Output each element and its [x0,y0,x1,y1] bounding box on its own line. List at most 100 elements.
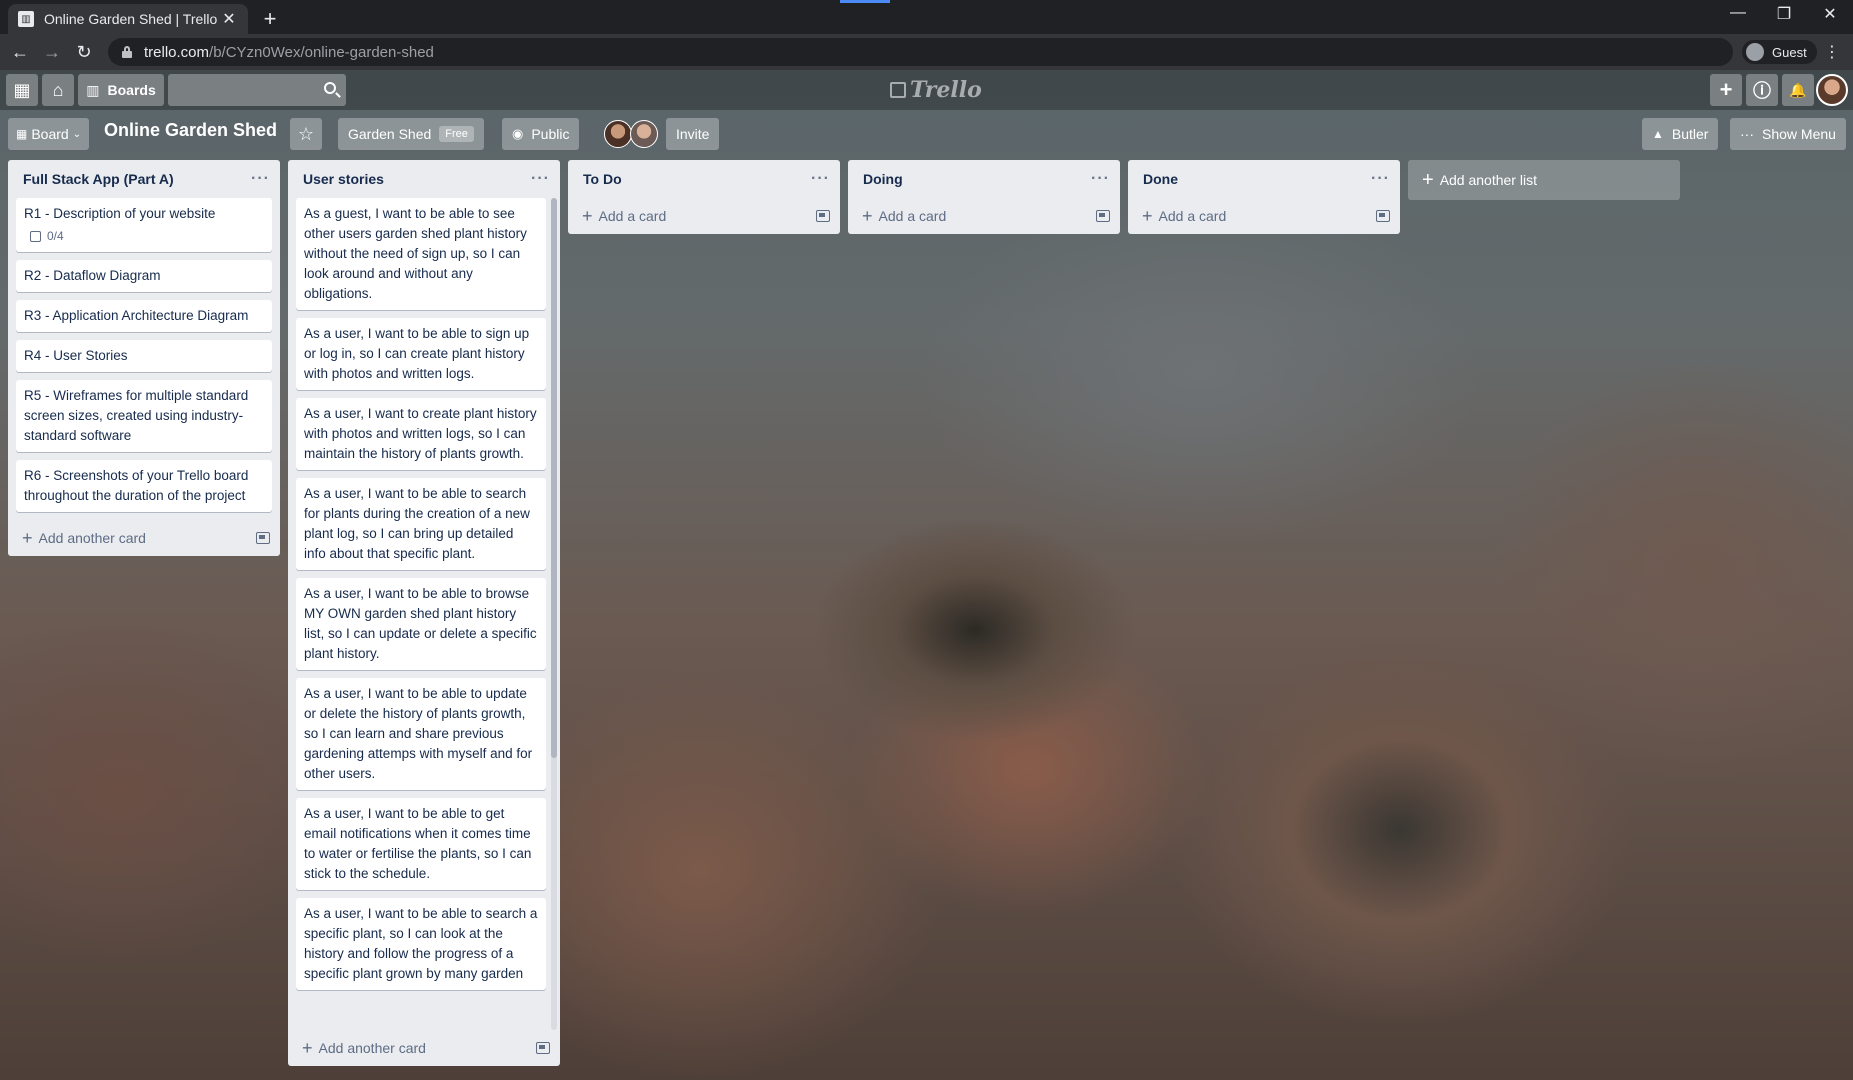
add-card-button[interactable]: + Add another card [22,528,146,549]
board-canvas: ▦ ⌂ ▥ Boards Trello + ⓘ 🔔 ▦ Board ⌄ Onli… [0,70,1853,1080]
reload-button[interactable]: ↻ [72,40,96,64]
list-card[interactable]: R2 - Dataflow Diagram [16,260,272,292]
board-view-switcher[interactable]: ▦ Board ⌄ [8,118,90,150]
back-button[interactable]: ← [8,40,32,64]
new-tab-button[interactable]: + [258,6,282,32]
list-footer: + Add a card [1128,198,1400,234]
board-view-label: Board [31,126,69,142]
minimize-button[interactable]: — [1718,4,1758,22]
card-title: R3 - Application Architecture Diagram [24,308,249,323]
list-cards-scroll[interactable]: As a guest, I want to be able to see oth… [288,198,560,1030]
apps-icon[interactable]: ▦ [6,74,38,106]
search-input[interactable] [168,74,346,106]
list-card[interactable]: R3 - Application Architecture Diagram [16,300,272,332]
checklist-badge: 0/4 [24,226,264,246]
list-card[interactable]: As a user, I want to create plant histor… [296,398,546,470]
card-template-icon[interactable] [816,210,830,222]
star-icon[interactable]: ☆ [290,118,322,150]
list-footer: + Add a card [568,198,840,234]
plus-icon: + [1142,205,1153,226]
add-list-button[interactable]: + Add another list [1408,160,1680,200]
list-header[interactable]: To Do ··· [568,160,840,198]
list-menu-icon[interactable]: ··· [1371,170,1390,188]
address-bar[interactable]: trello.com/b/CYzn0Wex/online-garden-shed [108,38,1733,66]
browser-tab[interactable]: ▥ Online Garden Shed | Trello ✕ [8,4,248,34]
boards-button[interactable]: ▥ Boards [78,74,164,106]
butler-icon: ▲ [1652,127,1664,141]
invite-button[interactable]: Invite [666,118,720,150]
list-card[interactable]: As a user, I want to be able to search f… [296,478,546,570]
profile-button[interactable]: Guest [1742,40,1817,64]
list-card[interactable]: As a user, I want to be able to get emai… [296,798,546,890]
scrollbar-thumb[interactable] [551,198,557,758]
member-avatar[interactable] [1816,74,1848,106]
plus-icon: + [582,205,593,226]
team-button[interactable]: Garden Shed Free [338,118,484,150]
add-card-button[interactable]: + Add a card [1142,206,1226,227]
list-card[interactable]: As a user, I want to be able to search a… [296,898,546,990]
list-card[interactable]: As a user, I want to be able to sign up … [296,318,546,390]
board-title[interactable]: Online Garden Shed [104,120,277,141]
list-header[interactable]: Done ··· [1128,160,1400,198]
list-full-stack-app: Full Stack App (Part A) ··· R1 - Descrip… [8,160,280,556]
list-header[interactable]: User stories ··· [288,160,560,198]
browser-menu-icon[interactable]: ⋮ [1822,42,1842,62]
plus-icon: + [302,1037,313,1058]
list-title[interactable]: Done [1143,171,1178,187]
checklist-icon [30,230,41,242]
member-avatar[interactable] [630,120,658,148]
list-menu-icon[interactable]: ··· [811,170,830,188]
list-title[interactable]: User stories [303,171,384,187]
list-menu-icon[interactable]: ··· [1091,170,1110,188]
close-tab-icon[interactable]: ✕ [220,9,238,29]
list-title[interactable]: Doing [863,171,903,187]
add-card-button[interactable]: + Add a card [582,206,666,227]
create-icon[interactable]: + [1710,74,1742,106]
add-card-button[interactable]: + Add another card [302,1038,426,1059]
forward-button[interactable]: → [40,40,64,64]
card-title: R6 - Screenshots of your Trello board th… [24,468,249,503]
list-header[interactable]: Full Stack App (Part A) ··· [8,160,280,198]
list-header[interactable]: Doing ··· [848,160,1120,198]
list-title[interactable]: To Do [583,171,622,187]
butler-button[interactable]: ▲ Butler [1642,118,1719,150]
list-menu-icon[interactable]: ··· [531,170,550,188]
card-title: As a user, I want to be able to sign up … [304,326,530,381]
member-avatar[interactable] [604,120,632,148]
restore-button[interactable]: ❐ [1764,4,1804,24]
info-icon[interactable]: ⓘ [1746,74,1778,106]
plus-icon: + [22,527,33,548]
list-card[interactable]: As a guest, I want to be able to see oth… [296,198,546,310]
globe-icon: ◉ [512,126,524,141]
list-to-do: To Do ··· + Add a card [568,160,840,234]
trello-logo[interactable]: Trello [890,76,982,104]
add-card-button[interactable]: + Add a card [862,206,946,227]
list-card[interactable]: R4 - User Stories [16,340,272,372]
list-card[interactable]: R1 - Description of your website 0/4 [16,198,272,252]
card-template-icon[interactable] [1096,210,1110,222]
card-title: As a user, I want to be able to browse M… [304,586,537,661]
close-window-button[interactable]: ✕ [1810,4,1850,24]
home-icon[interactable]: ⌂ [42,74,74,106]
list-card[interactable]: As a user, I want to be able to update o… [296,678,546,790]
add-card-label: Add a card [878,208,947,224]
list-done: Done ··· + Add a card [1128,160,1400,234]
board-view-icon: ▦ [16,127,28,141]
card-template-icon[interactable] [1376,210,1390,222]
list-card[interactable]: R6 - Screenshots of your Trello board th… [16,460,272,512]
card-template-icon[interactable] [536,1042,550,1054]
card-title: R5 - Wireframes for multiple standard sc… [24,388,249,443]
show-menu-button[interactable]: ··· Show Menu [1730,118,1846,150]
list-card[interactable]: R5 - Wireframes for multiple standard sc… [16,380,272,452]
list-title[interactable]: Full Stack App (Part A) [23,171,174,187]
list-footer: + Add another card [288,1030,560,1066]
notifications-icon[interactable]: 🔔 [1782,74,1814,106]
logo-text: Trello [910,77,982,103]
browser-toolbar: ← → ↻ trello.com/b/CYzn0Wex/online-garde… [0,34,1853,70]
visibility-button[interactable]: ◉ Public [502,118,580,150]
lock-icon [122,46,132,58]
list-card[interactable]: As a user, I want to be able to browse M… [296,578,546,670]
trello-logo-icon [890,82,906,98]
card-template-icon[interactable] [256,532,270,544]
list-menu-icon[interactable]: ··· [251,170,270,188]
